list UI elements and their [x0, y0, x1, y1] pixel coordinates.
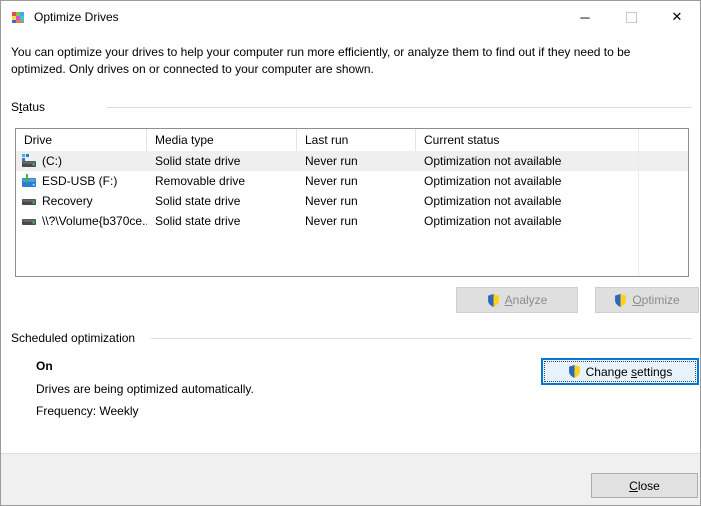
schedule-description: Drives are being optimized automatically…: [36, 382, 254, 396]
maximize-icon: [626, 12, 637, 23]
media-type: Solid state drive: [147, 151, 297, 171]
column-header-drive[interactable]: Drive: [16, 129, 147, 151]
optimize-drives-dialog: Optimize Drives ─ ✕ You can optimize you…: [0, 0, 701, 506]
column-header-current-status[interactable]: Current status: [416, 129, 639, 151]
column-header-media-type[interactable]: Media type: [147, 129, 297, 151]
title-bar: Optimize Drives ─ ✕: [1, 1, 700, 33]
uac-shield-icon: [568, 365, 581, 378]
last-run: Never run: [297, 151, 416, 171]
intro-text: You can optimize your drives to help you…: [11, 44, 666, 78]
column-separator: [638, 129, 639, 276]
last-run: Never run: [297, 191, 416, 211]
current-status: Optimization not available: [416, 171, 639, 191]
scheduled-group-line: [151, 338, 692, 339]
media-type: Solid state drive: [147, 191, 297, 211]
analyze-label: Analyze: [505, 293, 548, 307]
change-settings-button[interactable]: Change settings: [541, 358, 699, 385]
media-type: Removable drive: [147, 171, 297, 191]
minimize-button[interactable]: ─: [562, 1, 608, 33]
drive-name: Recovery: [42, 191, 93, 211]
close-icon: ✕: [672, 9, 683, 25]
minimize-icon: ─: [580, 10, 589, 25]
list-header-row: Drive Media type Last run Current status: [16, 129, 688, 151]
hard-drive-icon: [21, 213, 37, 229]
status-group-label: Status: [11, 100, 45, 114]
schedule-state: On: [36, 359, 53, 373]
last-run: Never run: [297, 171, 416, 191]
table-row-volume[interactable]: \\?\Volume{b370ce... Solid state drive N…: [16, 211, 688, 231]
table-row-c-drive[interactable]: (C:) Solid state drive Never run Optimiz…: [16, 151, 688, 171]
drive-name: \\?\Volume{b370ce...: [42, 211, 147, 231]
schedule-frequency: Frequency: Weekly: [36, 404, 139, 418]
table-row-recovery[interactable]: Recovery Solid state drive Never run Opt…: [16, 191, 688, 211]
column-header-last-run[interactable]: Last run: [297, 129, 416, 151]
drives-list: Drive Media type Last run Current status…: [15, 128, 689, 277]
optimize-button: Optimize: [595, 287, 699, 313]
change-settings-label: Change settings: [586, 365, 673, 379]
close-label: Close: [629, 479, 660, 493]
optimize-label: Optimize: [632, 293, 679, 307]
status-group-line: [107, 107, 692, 108]
usb-drive-icon: [21, 173, 37, 189]
hard-drive-icon: [21, 193, 37, 209]
c-drive-icon: [21, 153, 37, 169]
column-header-filler: [639, 129, 688, 151]
window-title: Optimize Drives: [34, 1, 119, 33]
drive-name: ESD-USB (F:): [42, 171, 117, 191]
analyze-button: Analyze: [456, 287, 578, 313]
last-run: Never run: [297, 211, 416, 231]
table-row-esd-usb[interactable]: ESD-USB (F:) Removable drive Never run O…: [16, 171, 688, 191]
scheduled-group-label: Scheduled optimization: [11, 331, 135, 345]
uac-shield-icon: [614, 294, 627, 307]
close-window-button[interactable]: ✕: [654, 1, 700, 33]
current-status: Optimization not available: [416, 211, 639, 231]
drive-name: (C:): [42, 151, 62, 171]
current-status: Optimization not available: [416, 151, 639, 171]
uac-shield-icon: [487, 294, 500, 307]
media-type: Solid state drive: [147, 211, 297, 231]
maximize-button: [608, 1, 654, 33]
close-button[interactable]: Close: [591, 473, 698, 498]
optimize-drives-icon: [10, 9, 26, 25]
current-status: Optimization not available: [416, 191, 639, 211]
